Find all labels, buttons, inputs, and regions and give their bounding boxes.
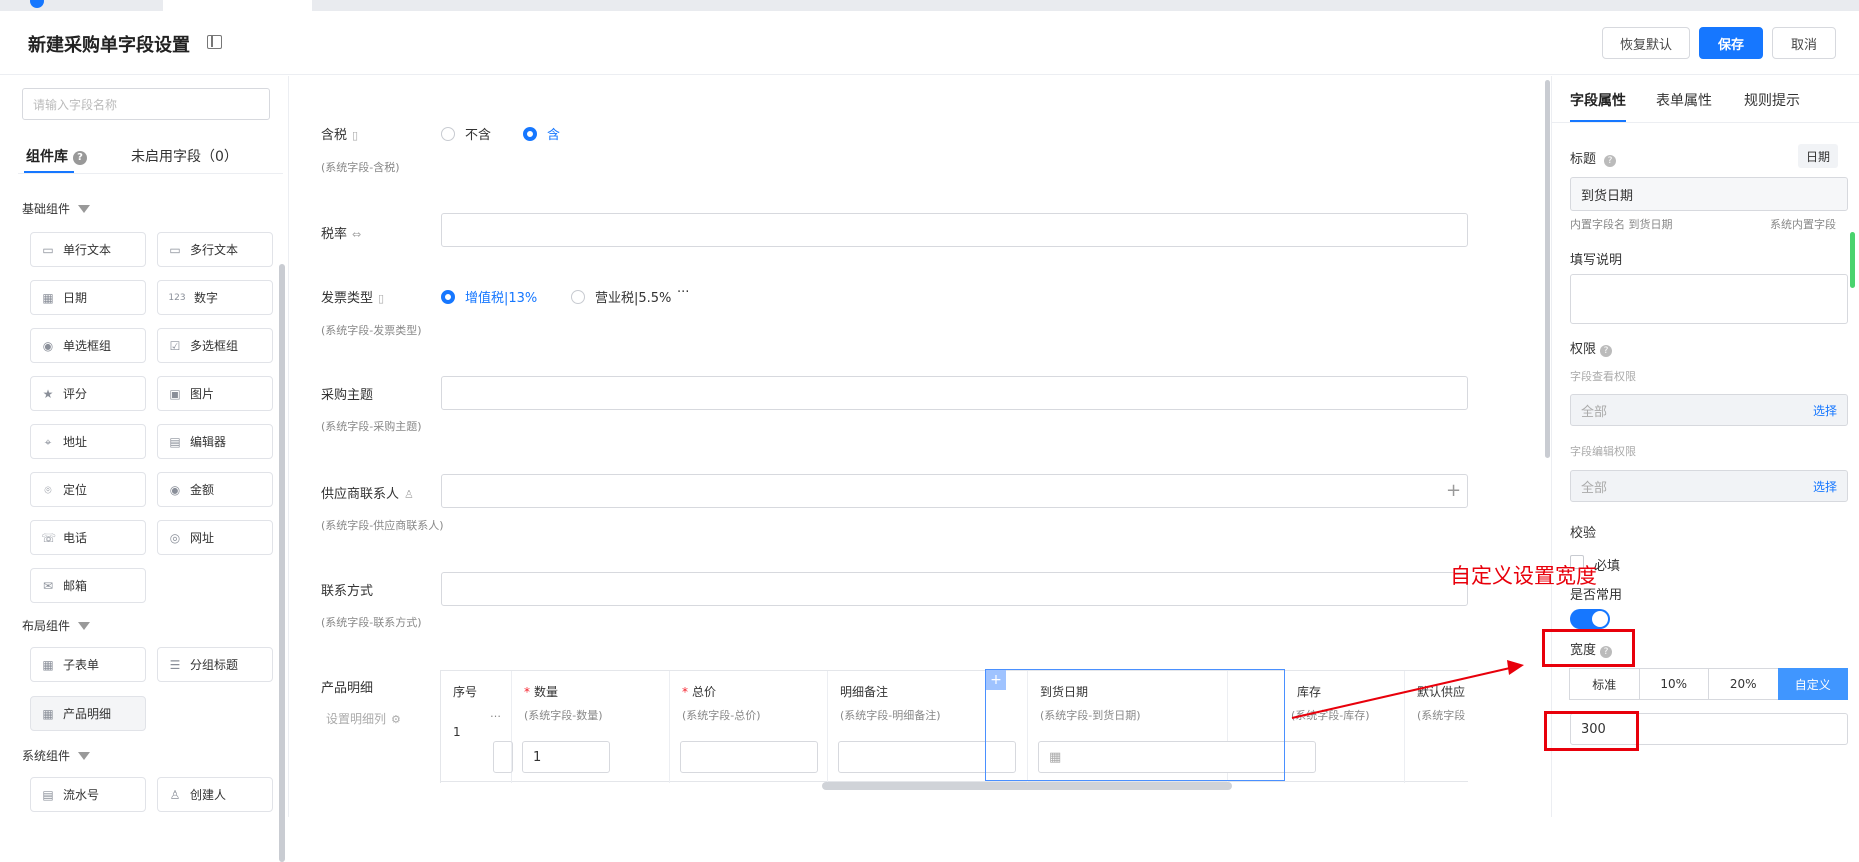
annotation-arrow [1291, 660, 1524, 719]
